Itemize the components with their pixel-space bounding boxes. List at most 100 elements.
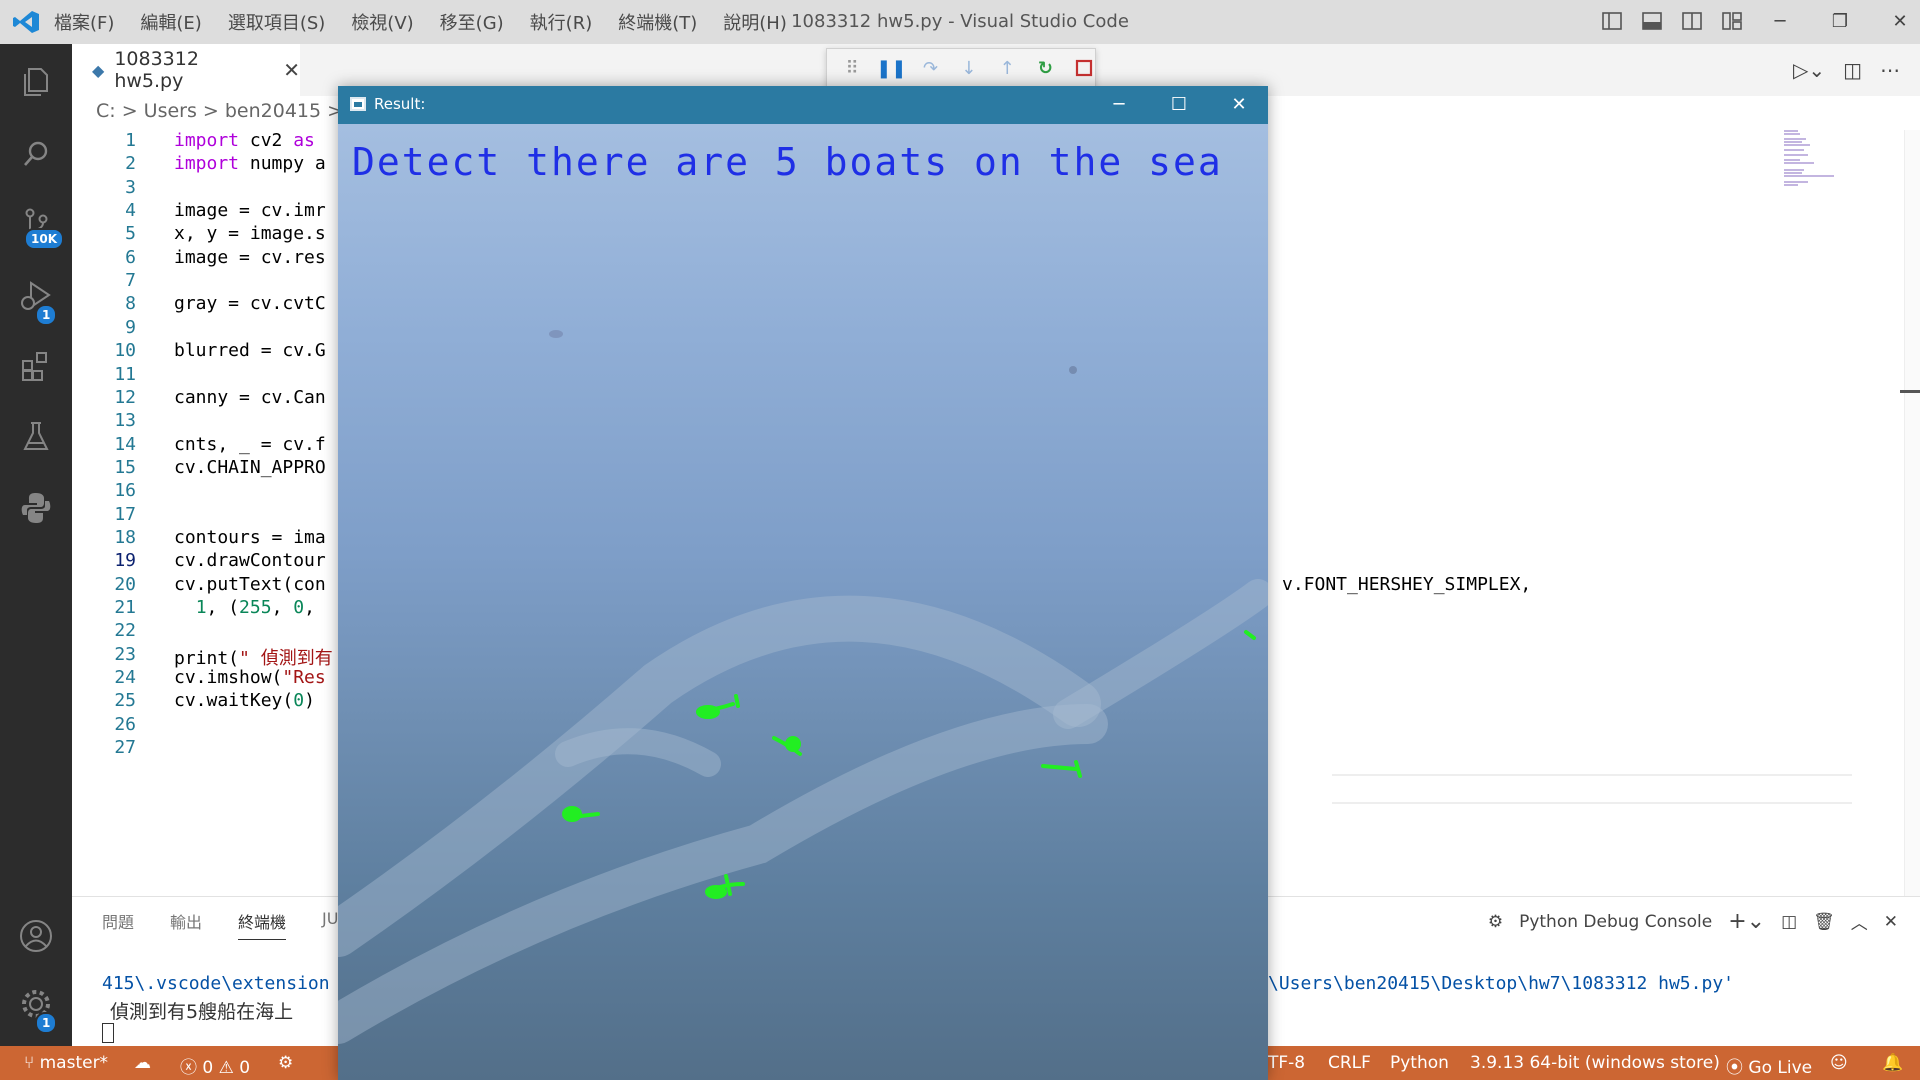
toggle-panel-icon[interactable] xyxy=(1640,10,1664,32)
restore-icon[interactable]: ❐ xyxy=(1830,6,1850,36)
menu-selection[interactable]: 選取項目(S) xyxy=(228,9,325,35)
menu-help[interactable]: 說明(H) xyxy=(723,9,787,35)
line-number: 8 xyxy=(125,293,136,315)
sync-icon[interactable]: ☁ xyxy=(134,1053,151,1073)
code-line-20-tail[interactable]: v.FONT_HERSHEY_SIMPLEX, xyxy=(1282,574,1531,595)
result-title-bar[interactable]: Result: ─ ☐ ✕ xyxy=(338,86,1268,124)
step-into-icon[interactable]: ↓ xyxy=(958,56,980,80)
window-controls: ─ ❐ ✕ xyxy=(1770,6,1910,36)
code-line[interactable]: cv.putText(con xyxy=(174,574,326,595)
code-line[interactable]: image = cv.imr xyxy=(174,200,326,221)
tab-problems[interactable]: 問題 xyxy=(102,909,134,940)
scroll-position-marker xyxy=(1900,390,1920,393)
line-number: 18 xyxy=(114,526,136,548)
split-terminal-icon[interactable]: ◫ xyxy=(1781,912,1797,932)
editor-scrollbar[interactable] xyxy=(1904,130,1920,898)
line-number: 23 xyxy=(114,643,136,665)
code-line[interactable]: print(" 偵測到有 xyxy=(174,644,333,670)
menu-bar: 檔案(F) 編輯(E) 選取項目(S) 檢視(V) 移至(G) 執行(R) 終端… xyxy=(54,0,813,44)
line-number: 9 xyxy=(125,316,136,338)
result-minimize-icon[interactable]: ─ xyxy=(1108,92,1130,116)
menu-view[interactable]: 檢視(V) xyxy=(351,9,413,35)
split-editor-icon[interactable]: ◫ xyxy=(1843,58,1862,82)
extensions-icon[interactable] xyxy=(0,336,72,396)
code-line[interactable]: cv.drawContour xyxy=(174,550,326,571)
branch-status[interactable]: ⑂ master* xyxy=(24,1053,108,1073)
tab-close-icon[interactable]: ✕ xyxy=(283,58,300,82)
customize-layout-icon[interactable] xyxy=(1720,10,1744,32)
detection-overlay-text: Detect there are 5 boats on the sea xyxy=(352,140,1223,184)
terminal-cursor xyxy=(102,1023,114,1043)
code-line[interactable]: gray = cv.cvtC xyxy=(174,293,326,314)
minimize-icon[interactable]: ─ xyxy=(1770,6,1790,36)
run-file-icon[interactable]: ▷⌄ xyxy=(1793,58,1825,82)
code-line[interactable]: cv.waitKey(0) xyxy=(174,690,315,711)
line-number: 10 xyxy=(114,340,136,362)
menu-go[interactable]: 移至(G) xyxy=(440,9,504,35)
code-line[interactable]: cv.CHAIN_APPRO xyxy=(174,457,326,478)
menu-terminal[interactable]: 終端機(T) xyxy=(618,9,697,35)
code-line[interactable]: cnts, _ = cv.f xyxy=(174,434,326,455)
run-debug-icon[interactable]: 1 xyxy=(0,266,72,326)
source-control-icon[interactable]: 10K xyxy=(0,194,72,254)
source-control-badge: 10K xyxy=(24,228,64,250)
eol-status[interactable]: CRLF xyxy=(1328,1053,1371,1073)
terminal-line-1-right: \Users\ben20415\Desktop\hw7\1083312 hw5.… xyxy=(1268,973,1734,994)
restart-icon[interactable]: ↻ xyxy=(1034,56,1056,80)
tab-hw5-py[interactable]: ◆ 1083312 hw5.py ✕ xyxy=(72,44,300,96)
step-out-icon[interactable]: ↑ xyxy=(996,56,1018,80)
toggle-sidebar-icon[interactable] xyxy=(1600,10,1624,32)
step-over-icon[interactable]: ↷ xyxy=(919,56,941,80)
notifications-icon[interactable]: 🔔 xyxy=(1882,1053,1903,1073)
close-icon[interactable]: ✕ xyxy=(1890,6,1910,36)
tab-jupyter[interactable]: JU xyxy=(322,909,338,940)
code-line[interactable]: cv.imshow("Res xyxy=(174,667,326,688)
code-line[interactable]: contours = ima xyxy=(174,527,326,548)
problems-status[interactable]: ⓧ 0 ⚠ 0 xyxy=(180,1053,250,1078)
testing-icon[interactable] xyxy=(0,406,72,466)
maximize-panel-icon[interactable]: ︿ xyxy=(1851,909,1868,934)
code-line[interactable]: image = cv.res xyxy=(174,247,326,268)
go-live-status[interactable]: ⦿ Go Live xyxy=(1726,1053,1812,1078)
menu-file[interactable]: 檔案(F) xyxy=(54,9,114,35)
breadcrumb[interactable]: C: > Users > ben20415 > De xyxy=(96,100,375,122)
menu-run[interactable]: 執行(R) xyxy=(530,9,593,35)
kill-terminal-icon[interactable]: 🗑 xyxy=(1813,912,1835,932)
line-number: 4 xyxy=(125,200,136,222)
encoding-status[interactable]: TF-8 xyxy=(1268,1053,1305,1073)
tab-terminal[interactable]: 終端機 xyxy=(238,909,287,940)
menu-edit[interactable]: 編輯(E) xyxy=(140,9,201,35)
line-number: 27 xyxy=(114,737,136,759)
debug-status-icon[interactable]: ⚙ xyxy=(278,1053,293,1073)
language-status[interactable]: Python xyxy=(1390,1053,1449,1073)
terminal-selector[interactable]: Python Debug Console xyxy=(1519,912,1712,932)
python-icon[interactable] xyxy=(0,478,72,538)
search-icon[interactable] xyxy=(0,124,72,184)
code-line[interactable]: 1, (255, 0, xyxy=(174,597,315,618)
tab-output[interactable]: 輸出 xyxy=(170,909,202,940)
more-actions-icon[interactable]: ⋯ xyxy=(1880,58,1900,82)
toggle-secondary-sidebar-icon[interactable] xyxy=(1680,10,1704,32)
account-icon[interactable] xyxy=(0,906,72,966)
code-line[interactable]: x, y = image.s xyxy=(174,223,326,244)
new-terminal-icon[interactable]: +⌄ xyxy=(1728,909,1765,934)
explorer-icon[interactable] xyxy=(0,52,72,112)
result-maximize-icon[interactable]: ☐ xyxy=(1168,92,1190,116)
line-number: 21 xyxy=(114,597,136,618)
result-close-icon[interactable]: ✕ xyxy=(1228,92,1250,116)
pause-icon[interactable]: ❚❚ xyxy=(876,56,906,80)
result-window-controls: ─ ☐ ✕ xyxy=(1108,92,1250,116)
code-line[interactable]: import cv2 as xyxy=(174,130,315,151)
code-line[interactable]: import numpy a xyxy=(174,153,326,174)
line-number: 2 xyxy=(125,153,136,175)
code-line[interactable]: canny = cv.Can xyxy=(174,387,326,408)
close-panel-icon[interactable]: ✕ xyxy=(1884,912,1898,932)
interpreter-status[interactable]: 3.9.13 64-bit (windows store) xyxy=(1470,1053,1720,1073)
minimap[interactable] xyxy=(1782,128,1842,188)
result-window[interactable]: Result: ─ ☐ ✕ Detect there are 5 boats o… xyxy=(338,86,1268,1080)
drag-handle-icon[interactable]: ⠿ xyxy=(841,56,863,80)
code-line[interactable]: blurred = cv.G xyxy=(174,340,326,361)
stop-icon[interactable] xyxy=(1073,56,1095,80)
settings-gear-icon[interactable]: 1 xyxy=(0,974,72,1034)
feedback-icon[interactable]: ☺ xyxy=(1830,1053,1848,1073)
